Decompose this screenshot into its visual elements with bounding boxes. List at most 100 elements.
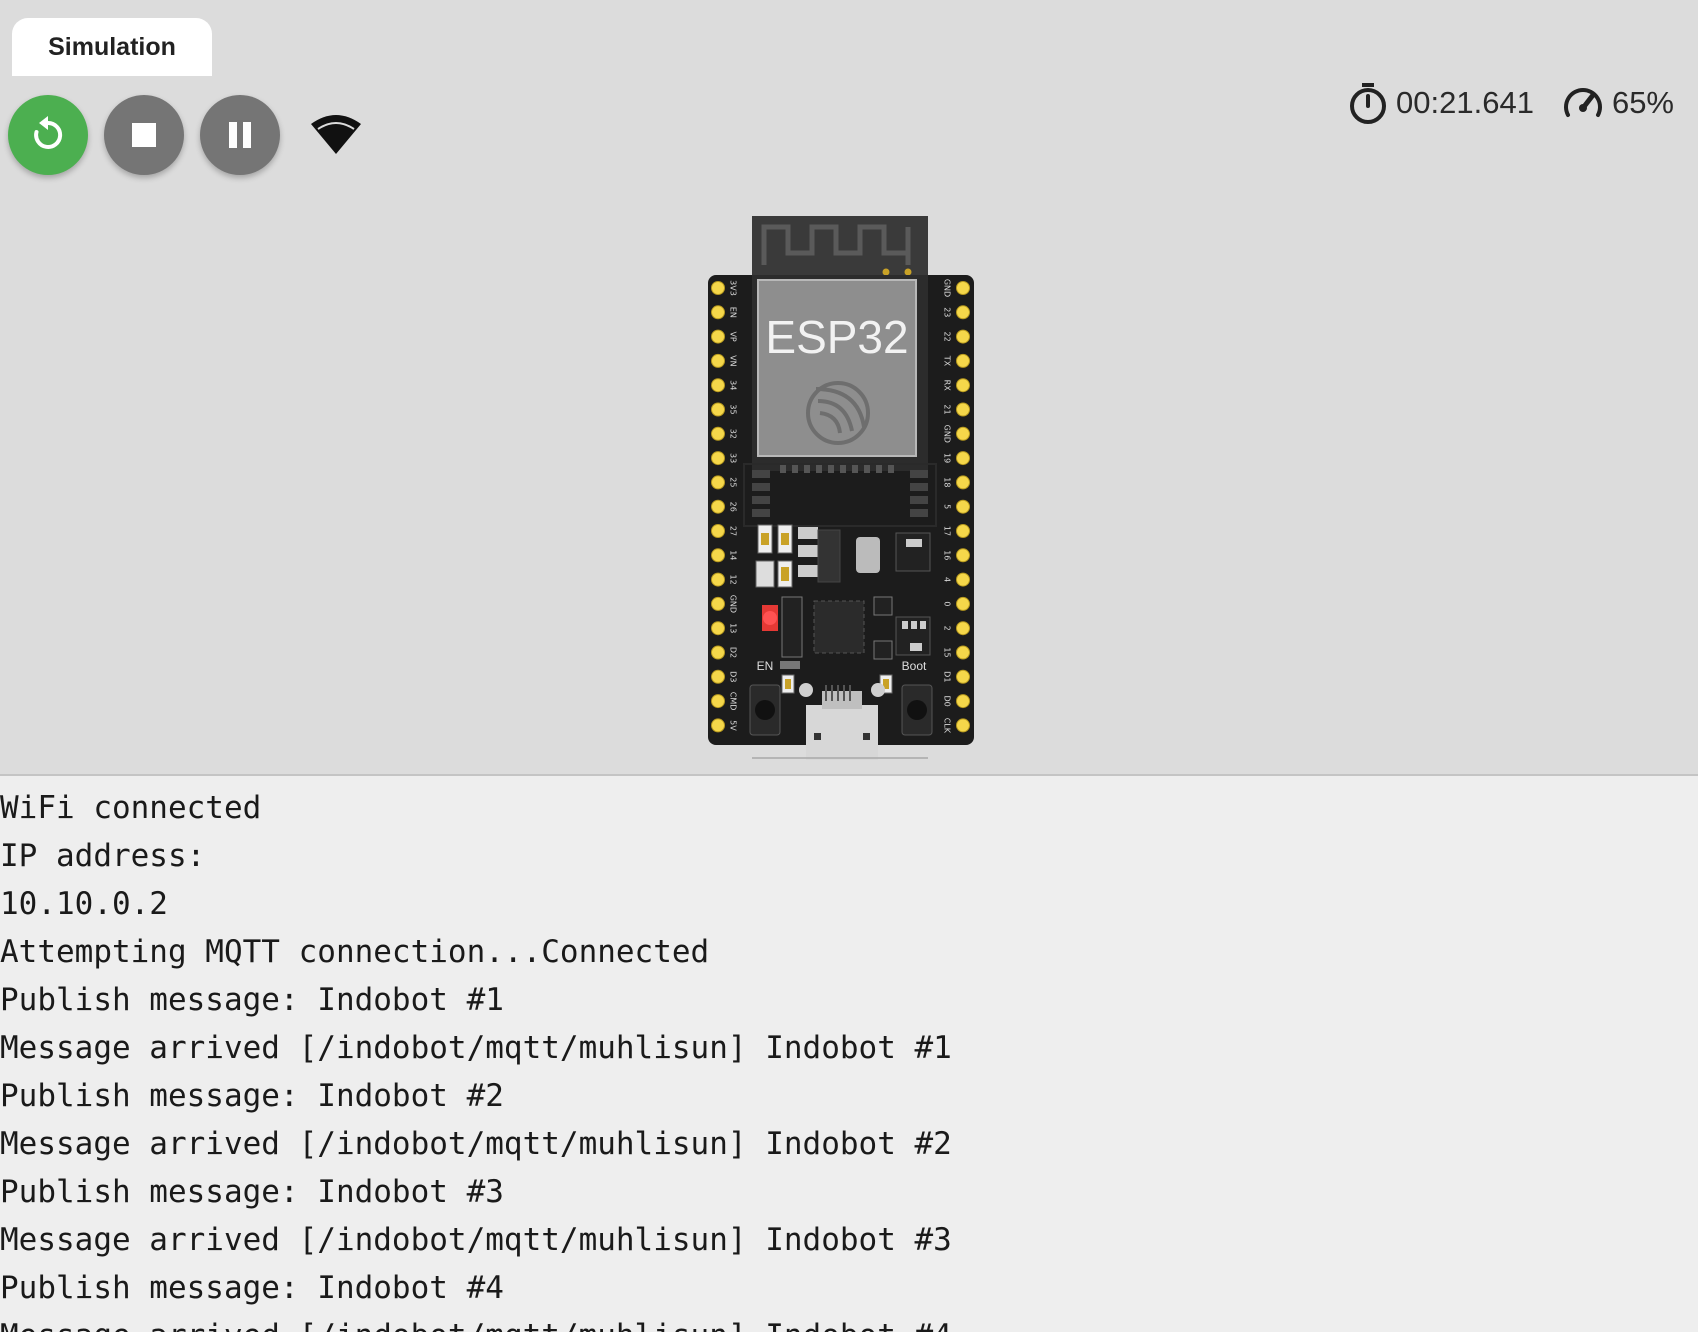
pin-label: 26: [729, 502, 738, 512]
pin-label: CLK: [943, 718, 952, 734]
header-pin[interactable]: [956, 353, 970, 368]
usb-connector: [806, 705, 878, 760]
tab-simulation-label: Simulation: [48, 32, 176, 61]
header-pin[interactable]: [956, 596, 970, 611]
pin-label: VN: [729, 355, 738, 366]
serial-log-line: Message arrived [/indobot/mqtt/muhlisun]…: [0, 1030, 952, 1066]
serial-log-line: Message arrived [/indobot/mqtt/muhlisun]…: [0, 1312, 1698, 1332]
header-pin[interactable]: [711, 305, 725, 320]
pin-label: 19: [943, 453, 952, 463]
simulation-speed: 65%: [1611, 85, 1674, 120]
header-pin[interactable]: [711, 378, 725, 393]
header-pin[interactable]: [711, 524, 725, 538]
header-pin[interactable]: [711, 718, 725, 733]
pin-label: 12: [729, 575, 738, 585]
pin-label: 0: [943, 601, 952, 606]
header-pin[interactable]: [711, 621, 725, 636]
header-pin[interactable]: [956, 475, 970, 490]
header-pin[interactable]: [956, 645, 970, 660]
header-pin[interactable]: [711, 548, 725, 563]
header-pin[interactable]: [956, 572, 970, 587]
pin-label: 25: [729, 477, 738, 487]
pin-label: 32: [729, 429, 738, 439]
chip-label: ESP32: [765, 311, 908, 363]
serial-log-line: Message arrived [/indobot/mqtt/muhlisun]…: [0, 1126, 952, 1162]
header-pin[interactable]: [956, 718, 970, 733]
pin-label: 35: [729, 404, 738, 414]
pin-label: RX: [943, 380, 952, 392]
header-pin[interactable]: [711, 572, 725, 587]
header-pin[interactable]: [956, 694, 970, 709]
header-pin[interactable]: [956, 524, 970, 538]
wifi-status-icon[interactable]: [309, 112, 363, 158]
header-pin[interactable]: [711, 426, 725, 441]
serial-log-line: Publish message: Indobot #1: [0, 982, 504, 1018]
header-pin[interactable]: [711, 353, 725, 368]
header-pin[interactable]: [711, 402, 725, 417]
header-pin[interactable]: [711, 645, 725, 660]
header-pin[interactable]: [956, 305, 970, 320]
header-pin[interactable]: [956, 499, 970, 514]
esp32-board[interactable]: ESP32 EN Boot 3V3ENVPVN34353233252627141…: [706, 215, 976, 760]
header-pin[interactable]: [711, 596, 725, 611]
pin-label: CMD: [729, 692, 738, 711]
pin-label: D2: [729, 647, 738, 658]
elapsed-time: 00:21.641: [1396, 85, 1534, 120]
serial-log-line: Message arrived [/indobot/mqtt/muhlisun]…: [0, 1222, 952, 1258]
pin-label: 4: [943, 577, 952, 582]
header-pin[interactable]: [956, 378, 970, 393]
tab-simulation[interactable]: Simulation: [12, 18, 212, 76]
pause-button[interactable]: [200, 95, 280, 175]
header-pin[interactable]: [956, 621, 970, 636]
serial-log-line: Publish message: Indobot #3: [0, 1174, 504, 1210]
stop-button[interactable]: [104, 95, 184, 175]
header-pin[interactable]: [711, 281, 725, 295]
pin-label: 34: [729, 380, 738, 390]
serial-monitor[interactable]: WiFi connected IP address: 10.10.0.2 Attem…: [0, 778, 1698, 1332]
pause-icon: [229, 122, 251, 148]
serial-log-line: 10.10.0.2: [0, 886, 168, 922]
pin-label: GND: [729, 595, 738, 613]
pin-label: 18: [943, 477, 952, 487]
header-pin[interactable]: [956, 548, 970, 563]
header-pin[interactable]: [956, 669, 970, 684]
pin-label: TX: [943, 355, 952, 367]
pin-label: 33: [729, 453, 738, 463]
pin-label: GND: [943, 279, 952, 297]
header-pin[interactable]: [956, 426, 970, 441]
serial-log-line: WiFi connected: [0, 790, 262, 826]
header-pin[interactable]: [956, 402, 970, 417]
en-button-label: EN: [757, 659, 774, 673]
pin-label: EN: [729, 307, 738, 318]
header-pin[interactable]: [711, 669, 725, 684]
header-pin[interactable]: [711, 694, 725, 709]
restart-icon: [34, 116, 63, 149]
pin-label: VP: [729, 331, 738, 341]
header-pin[interactable]: [956, 329, 970, 344]
pin-label: 15: [943, 647, 952, 657]
restart-button[interactable]: [8, 95, 88, 175]
simulation-status: 00:21.641 65%: [1348, 80, 1674, 126]
header-pin[interactable]: [711, 451, 725, 466]
header-pin[interactable]: [711, 499, 725, 514]
serial-log-line: IP address:: [0, 838, 224, 874]
pin-label: 23: [943, 307, 952, 317]
pin-label: D0: [943, 695, 952, 706]
header-pin[interactable]: [711, 329, 725, 344]
wifi-icon: [311, 115, 361, 154]
pin-label: 27: [729, 526, 738, 536]
pin-label: 5V: [729, 720, 738, 731]
serial-output: WiFi connected IP address: 10.10.0.2 Attem…: [0, 778, 1698, 1332]
header-pin[interactable]: [956, 281, 970, 295]
simulator-window: Simulation 00:21.641 65% ESP32 EN Boot 3…: [0, 0, 1698, 1332]
serial-log-line: Publish message: Indobot #2: [0, 1078, 504, 1114]
pin-label: 17: [943, 526, 952, 536]
header-pin[interactable]: [711, 475, 725, 490]
simulation-canvas[interactable]: Simulation 00:21.641 65% ESP32 EN Boot 3…: [0, 0, 1698, 776]
pin-label: 5: [943, 504, 952, 509]
boot-button-label: Boot: [902, 659, 927, 673]
pin-label: 16: [943, 550, 952, 560]
pin-label: D3: [729, 671, 738, 682]
header-pin[interactable]: [956, 451, 970, 466]
rf-shield: [757, 279, 917, 457]
